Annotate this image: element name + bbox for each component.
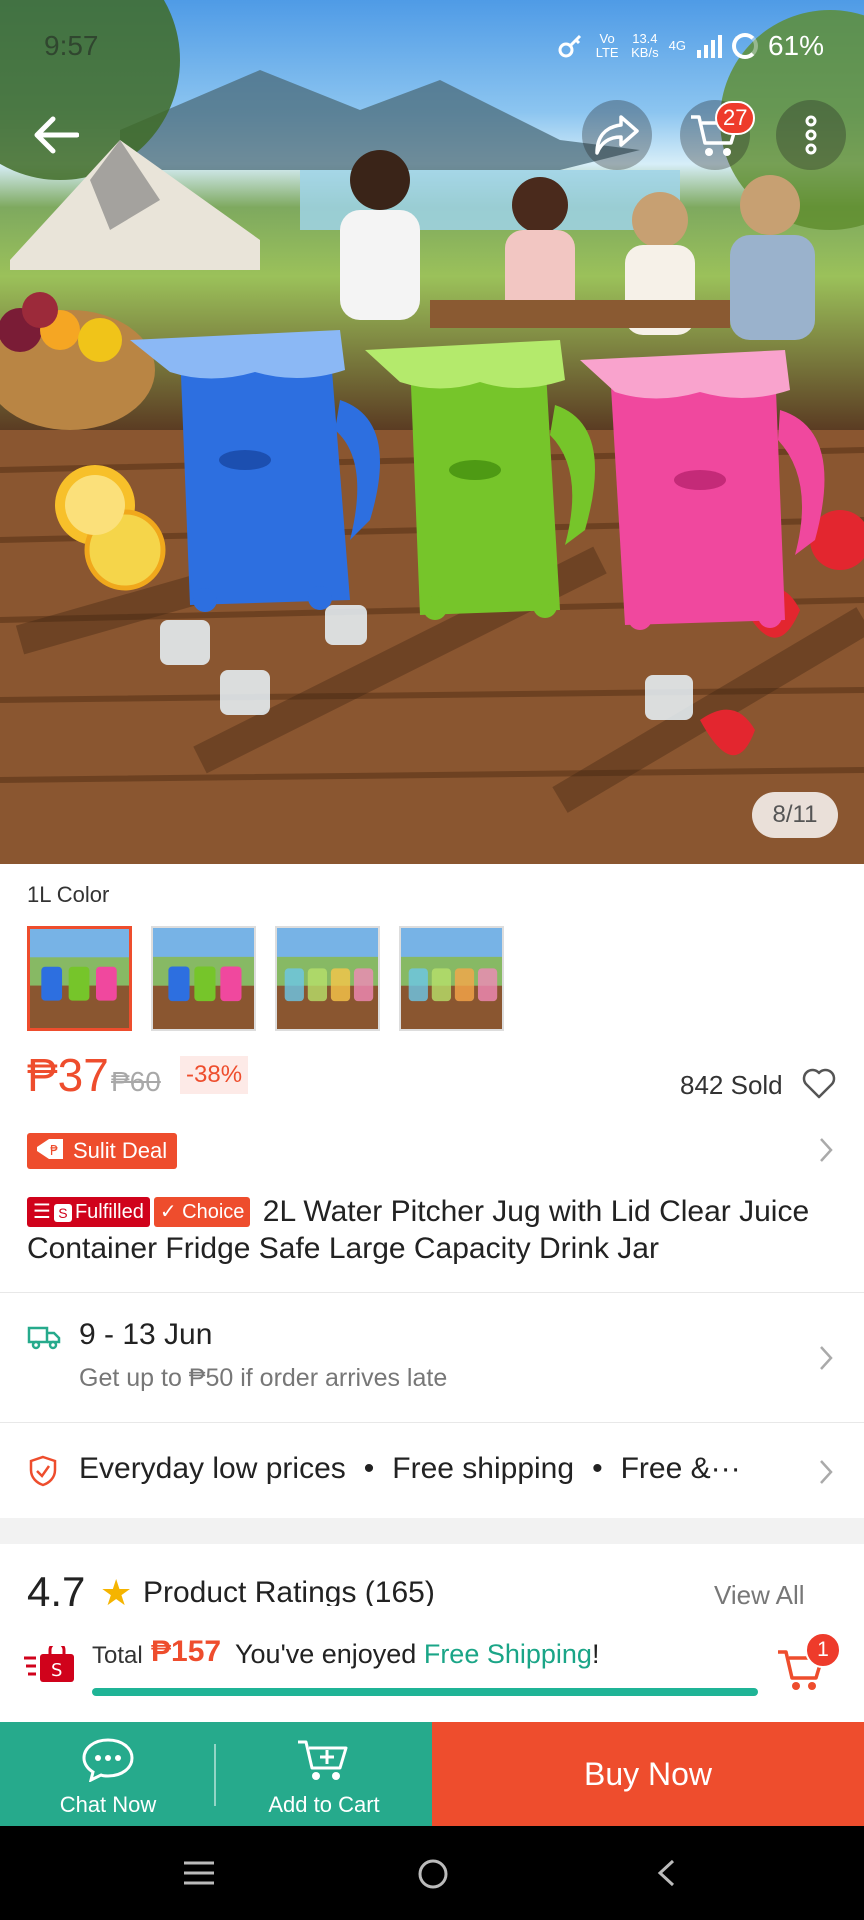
discount-badge: -38%: [180, 1056, 249, 1094]
signal-icon: [696, 35, 722, 58]
guarantee-row[interactable]: Everyday low prices • Free shipping • Free &…: [79, 1452, 741, 1486]
sulit-deal-label: Sulit Deal: [73, 1138, 168, 1163]
fulfilled-badge: ☰ S Fulfilled: [27, 1197, 150, 1227]
more-button[interactable]: [776, 100, 846, 170]
heart-icon[interactable]: [802, 1068, 836, 1100]
net-speed: 13.4 KB/s: [631, 31, 659, 60]
guarantee-item: Everyday low prices: [79, 1452, 346, 1485]
svg-text:₱: ₱: [50, 1144, 58, 1159]
shield-icon: [29, 1455, 57, 1487]
variant-thumb[interactable]: [27, 926, 132, 1031]
system-nav-bar: [0, 1826, 864, 1920]
chevron-right-icon[interactable]: [818, 1344, 834, 1372]
star-icon: ★: [100, 1572, 133, 1606]
free-shipping-progress: [92, 1688, 758, 1696]
current-price: ₱37: [27, 1049, 109, 1101]
more-vertical-icon: [805, 115, 817, 155]
chat-now-label: Chat Now: [59, 1792, 157, 1817]
image-counter: 8/11: [752, 792, 838, 838]
sulit-deal-badge[interactable]: ₱ Sulit Deal: [27, 1133, 178, 1169]
cart-count-badge: 1: [805, 1632, 841, 1668]
share-button[interactable]: [582, 100, 652, 170]
back-arrow-icon: [34, 116, 79, 154]
total-label: Total: [92, 1642, 143, 1669]
chat-icon: [82, 1738, 134, 1782]
menu-icon[interactable]: [182, 1858, 216, 1888]
shop-bag-icon: S: [24, 1646, 74, 1682]
free-shipping-message: You've enjoyed Free Shipping!: [235, 1639, 600, 1669]
guarantee-item: Free &···: [620, 1452, 741, 1485]
battery-level: 61%: [767, 30, 824, 61]
price-row: ₱37 ₱60 -38% 842 Sold: [27, 1048, 837, 1108]
late-delivery-note: Get up to ₱50 if order arrives late: [79, 1364, 448, 1392]
original-price: ₱60: [111, 1066, 161, 1097]
view-all-link[interactable]: View All: [714, 1580, 805, 1606]
truck-icon: [27, 1326, 61, 1350]
home-icon[interactable]: [417, 1858, 449, 1890]
variant-thumb[interactable]: [399, 926, 504, 1031]
share-icon: [595, 115, 639, 155]
delivery-date: 9 - 13 Jun: [79, 1318, 213, 1351]
cart-count-badge: 27: [715, 101, 756, 135]
add-cart-icon: [298, 1740, 348, 1780]
variant-label: 1L Color: [27, 882, 110, 907]
chevron-right-icon[interactable]: [818, 1136, 834, 1164]
cart-summary-bar: S Total ₱157 You've enjoyed Free Shippin…: [0, 1606, 864, 1722]
product-title: ☰ S Fulfilled ✓ Choice 2L Water Pitcher Jug…: [27, 1193, 839, 1267]
choice-badge: ✓ Choice: [153, 1197, 251, 1227]
divider: [0, 1292, 864, 1293]
separator: [214, 1744, 216, 1806]
svg-text:S: S: [51, 1660, 62, 1681]
product-image-carousel[interactable]: 9:57 Vo LTE 13.4 KB/s 4G 61% 27 8/11: [0, 0, 864, 864]
variant-thumbnails: [27, 926, 504, 1031]
sold-count: 842 Sold: [680, 1070, 783, 1100]
ratings-title: Product Ratings (165): [143, 1576, 435, 1606]
battery-icon: [731, 33, 758, 59]
status-icons: Vo LTE 13.4 KB/s 4G 61%: [557, 30, 824, 62]
add-to-cart-button[interactable]: Add to Cart: [216, 1722, 432, 1826]
status-bar: 9:57 Vo LTE 13.4 KB/s 4G 61%: [0, 0, 864, 96]
guarantee-item: Free shipping: [392, 1452, 575, 1485]
add-to-cart-label: Add to Cart: [268, 1792, 380, 1817]
status-time: 9:57: [44, 30, 99, 61]
rating-value: 4.7: [27, 1568, 86, 1606]
network-type: 4G: [668, 38, 686, 53]
nav-back-icon[interactable]: [656, 1858, 676, 1888]
tag-icon: ₱: [37, 1139, 63, 1159]
divider: [0, 1422, 864, 1423]
chevron-right-icon[interactable]: [818, 1458, 834, 1486]
total-amount: ₱157: [151, 1635, 222, 1668]
back-button[interactable]: [20, 100, 90, 170]
section-divider: [0, 1518, 864, 1544]
key-icon: [558, 34, 582, 58]
buy-now-button[interactable]: Buy Now: [432, 1722, 864, 1826]
ratings-section[interactable]: 4.7 ★ Product Ratings (165) View All: [0, 1550, 864, 1606]
variant-thumb[interactable]: [151, 926, 256, 1031]
action-bar: Chat Now Add to Cart Buy Now: [0, 1722, 864, 1826]
volte-label: Vo LTE: [595, 31, 619, 60]
variant-thumb[interactable]: [275, 926, 380, 1031]
chat-now-button[interactable]: Chat Now: [0, 1722, 216, 1826]
